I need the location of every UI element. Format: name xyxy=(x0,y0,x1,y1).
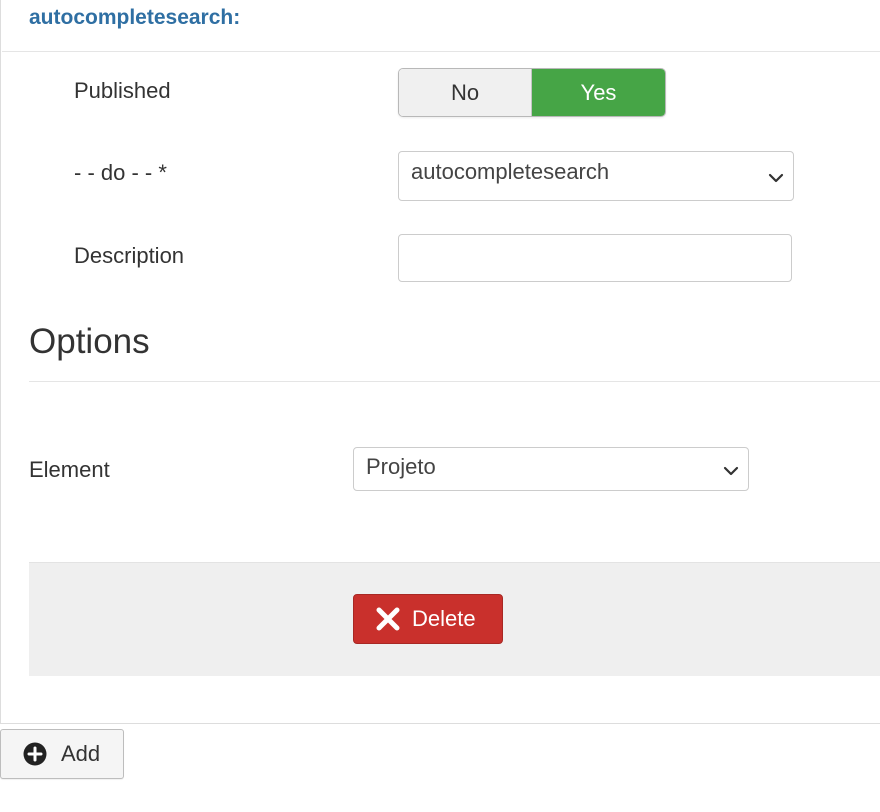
chevron-down-icon xyxy=(723,466,739,476)
element-label: Element xyxy=(29,457,110,482)
do-select[interactable]: autocompletesearch xyxy=(398,151,794,201)
element-select-value: Projeto xyxy=(366,454,436,479)
published-toggle: No Yes xyxy=(398,68,666,117)
add-button[interactable]: Add xyxy=(0,729,124,779)
plugin-title: autocompletesearch: xyxy=(29,6,241,29)
plugin-form-page: autocompletesearch: Published No Yes - -… xyxy=(0,0,880,812)
close-icon xyxy=(376,607,400,631)
title-divider xyxy=(2,51,880,52)
do-select-value: autocompletesearch xyxy=(411,159,610,184)
published-yes-button[interactable]: Yes xyxy=(532,69,665,116)
published-label: Published xyxy=(74,78,171,103)
published-no-button[interactable]: No xyxy=(399,69,532,116)
chevron-down-icon xyxy=(768,173,784,183)
element-select[interactable]: Projeto xyxy=(353,447,749,491)
options-heading: Options xyxy=(29,322,150,361)
options-divider xyxy=(29,381,880,382)
delete-button-label: Delete xyxy=(412,606,476,631)
plugin-panel: autocompletesearch: Published No Yes - -… xyxy=(0,0,880,724)
delete-button[interactable]: Delete xyxy=(353,594,503,644)
plus-circle-icon xyxy=(23,742,47,766)
description-input[interactable] xyxy=(398,234,792,282)
do-label: - - do - - * xyxy=(74,160,167,185)
description-label: Description xyxy=(74,243,185,268)
add-button-label: Add xyxy=(61,741,101,766)
